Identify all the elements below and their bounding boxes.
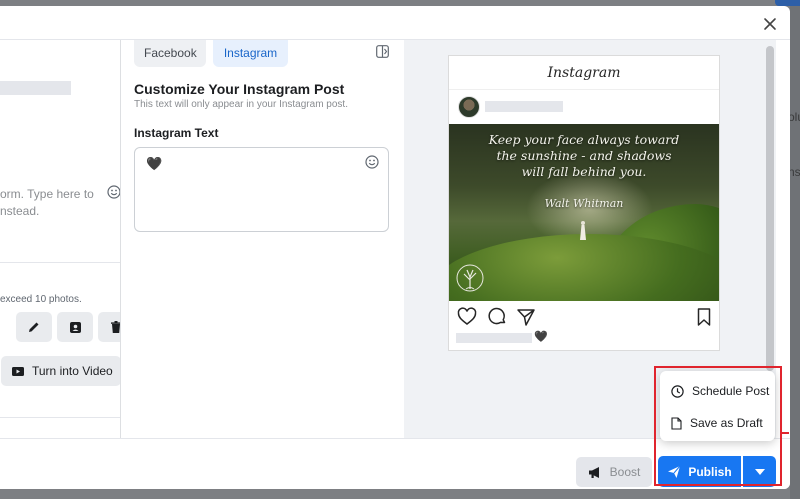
image-hill	[449, 234, 719, 301]
instagram-post-preview: Instagram Keep your face always toward t…	[448, 55, 720, 351]
instagram-text-label: Instagram Text	[134, 126, 219, 140]
post-composer-panel: orm. Type here to nstead. exceed 10 phot…	[0, 40, 121, 438]
close-icon	[764, 18, 776, 30]
instagram-text-field[interactable]: 🖤	[134, 147, 389, 232]
customize-title: Customize Your Instagram Post	[134, 81, 345, 97]
boost-label: Boost	[609, 465, 641, 479]
tree-logo	[456, 264, 484, 292]
image-quote-line: Keep your face always toward	[488, 132, 680, 147]
share-icon[interactable]	[516, 307, 536, 327]
emoji-icon[interactable]	[107, 185, 121, 199]
close-button[interactable]	[758, 12, 782, 36]
turn-into-video-button[interactable]: Turn into Video	[1, 356, 120, 386]
megaphone-icon	[588, 466, 599, 478]
tab-facebook[interactable]: Facebook	[134, 40, 206, 67]
platform-tabs: Facebook Instagram	[134, 40, 288, 67]
customize-panel: Facebook Instagram Customize Your Instag…	[121, 40, 404, 438]
post-image: Keep your face always toward the sunshin…	[449, 124, 719, 301]
post-text-field[interactable]: orm. Type here to nstead.	[0, 186, 100, 220]
emoji-icon[interactable]	[365, 155, 379, 169]
image-author: Walt Whitman	[544, 197, 624, 210]
turn-into-video-label: Turn into Video	[32, 364, 113, 378]
avatar	[458, 96, 480, 118]
toggle-preview-icon[interactable]	[376, 45, 389, 58]
highlight-annotation-edge	[782, 432, 789, 434]
video-icon	[12, 367, 24, 376]
tag-photo-icon	[69, 321, 81, 333]
field-value: 🖤	[146, 156, 163, 171]
page-name-placeholder	[0, 81, 71, 95]
caption-preview: 🖤	[534, 331, 548, 343]
image-quote-line: will fall behind you.	[521, 164, 647, 179]
image-figure	[580, 221, 586, 240]
image-quote: Keep your face always toward the sunshin…	[449, 132, 719, 180]
post-actions	[457, 307, 713, 327]
trash-icon	[111, 321, 120, 333]
image-quote-line: the sunshine - and shadows	[496, 148, 672, 163]
heart-icon[interactable]	[457, 307, 477, 327]
photo-limit-hint: exceed 10 photos.	[0, 294, 82, 305]
divider	[0, 262, 120, 263]
bookmark-icon[interactable]	[694, 307, 714, 327]
backdrop-right-strip	[790, 0, 800, 499]
instagram-logo-text: Instagram	[449, 56, 719, 90]
boost-button[interactable]: Boost	[576, 457, 652, 487]
edit-photo-button[interactable]	[16, 312, 52, 342]
scrollbar-thumb[interactable]	[766, 46, 774, 371]
likes-placeholder	[456, 333, 532, 343]
username-placeholder	[485, 101, 563, 112]
highlight-annotation	[654, 366, 782, 486]
customize-subtitle: This text will only appear in your Insta…	[134, 99, 348, 110]
divider	[0, 417, 120, 418]
comment-icon[interactable]	[487, 307, 507, 327]
edit-icon	[29, 322, 39, 332]
tag-photo-button[interactable]	[57, 312, 93, 342]
modal-header	[0, 6, 790, 40]
tab-instagram[interactable]: Instagram	[213, 40, 288, 67]
delete-photo-button[interactable]	[98, 312, 120, 342]
